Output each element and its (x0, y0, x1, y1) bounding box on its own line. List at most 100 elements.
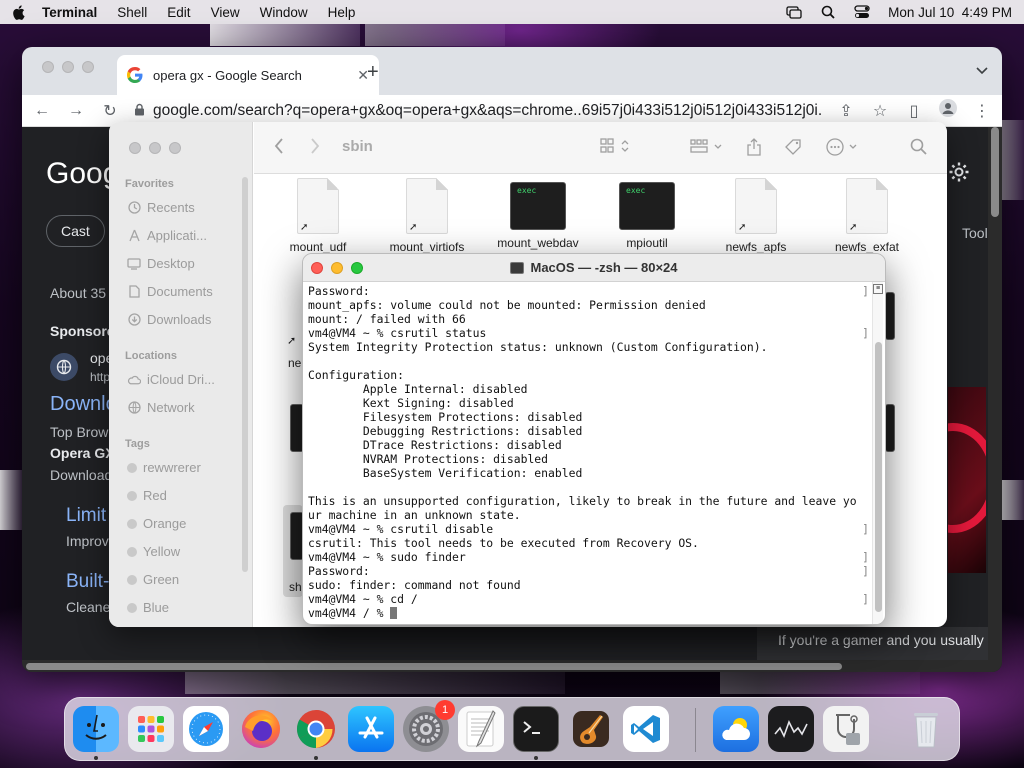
file-item[interactable]: exec mount_webdav (491, 178, 585, 250)
profile-avatar-icon[interactable] (938, 99, 958, 122)
zoom-window-button[interactable] (351, 262, 363, 274)
dock-system-settings-icon[interactable]: 1 (403, 700, 455, 752)
sidebar-scrollbar[interactable] (242, 177, 248, 572)
tag-icon[interactable] (784, 138, 804, 160)
dock-launchpad-icon[interactable] (128, 706, 174, 752)
apple-menu-icon[interactable] (12, 4, 26, 20)
sidebar-item-downloads[interactable]: Downloads (127, 312, 211, 327)
forward-arrow-icon[interactable]: → (66, 102, 86, 120)
exec-file-partial-icon[interactable] (885, 292, 895, 340)
sidebar-item-desktop[interactable]: Desktop (127, 256, 195, 271)
sidebar-item-recents[interactable]: Recents (127, 200, 195, 215)
sidebar-tag-blue[interactable]: Blue (127, 600, 169, 615)
tools-button[interactable]: Tool (962, 225, 988, 241)
dock-stocks-icon[interactable] (768, 706, 814, 752)
tab-google-search[interactable]: opera gx - Google Search ✕ (117, 55, 379, 95)
file-item[interactable]: exec mpioutil (600, 178, 694, 250)
sidebar-tag-red[interactable]: Red (127, 488, 167, 503)
sidebar-item-icloud[interactable]: iCloud Dri... (127, 372, 215, 387)
scrollbar-thumb[interactable] (991, 127, 999, 217)
dock-disk-utility-icon[interactable] (823, 706, 869, 752)
new-tab-button[interactable]: + (367, 61, 379, 84)
reload-icon[interactable]: ↻ (100, 101, 120, 121)
minimize-window-button[interactable] (62, 61, 74, 73)
file-item[interactable]: ➚ mount_udf (271, 178, 365, 254)
minimize-window-button[interactable] (149, 142, 161, 154)
menu-view[interactable]: View (211, 5, 240, 20)
dock-vscode-icon[interactable] (623, 706, 669, 752)
terminal-line-text: csrutil: This tool needs to be executed … (308, 536, 699, 550)
forward-chevron-icon[interactable] (310, 138, 320, 158)
share-icon[interactable]: ⇪ (836, 101, 856, 121)
spotlight-search-icon[interactable] (820, 5, 836, 19)
zoom-window-button[interactable] (169, 142, 181, 154)
share-icon[interactable] (746, 138, 762, 160)
dock-trash-icon[interactable] (903, 706, 949, 752)
back-arrow-icon[interactable]: ← (32, 102, 52, 120)
chrome-tab-bar: opera gx - Google Search ✕ + (22, 47, 1002, 95)
sitelink-builtin[interactable]: Built- (66, 571, 109, 593)
dock-terminal-icon[interactable] (513, 706, 559, 752)
search-icon[interactable] (910, 138, 927, 159)
split-view-icon[interactable]: ≡ (873, 284, 883, 294)
dock-weather-icon[interactable] (713, 706, 759, 752)
control-center-icon[interactable] (854, 5, 870, 19)
file-item[interactable]: ➚ mount_virtiofs (380, 178, 474, 254)
menu-help[interactable]: Help (328, 5, 356, 20)
sidebar-tag-orange[interactable]: Orange (127, 516, 186, 531)
scrollbar-thumb[interactable] (875, 342, 882, 612)
scrollbar-thumb[interactable] (26, 663, 842, 670)
page-horizontal-scrollbar[interactable] (22, 660, 988, 672)
close-window-button[interactable] (42, 61, 54, 73)
sidebar-tag-rewwrerer[interactable]: rewwrerer (127, 460, 201, 475)
side-panel-icon[interactable]: ▯ (904, 101, 924, 121)
document-file-icon: ➚ (846, 178, 888, 234)
sitelink-limit[interactable]: Limit (66, 505, 106, 527)
grid-view-icon[interactable] (600, 138, 632, 158)
close-window-button[interactable] (129, 142, 141, 154)
group-by-icon[interactable] (690, 138, 724, 158)
terminal-line: Configuration: (308, 368, 869, 382)
tab-search-chevron-icon[interactable] (976, 63, 988, 78)
sponsored-label: Sponsore (50, 323, 115, 339)
back-chevron-icon[interactable] (274, 138, 284, 158)
file-item[interactable]: ➚ newfs_apfs (709, 178, 803, 254)
sidebar-item-label: Desktop (147, 256, 195, 271)
menu-app-name[interactable]: Terminal (42, 5, 97, 20)
terminal-scrollbar[interactable]: ≡ (872, 282, 883, 624)
dock-firefox-icon[interactable] (238, 706, 284, 752)
address-bar[interactable]: google.com/search?q=opera+gx&oq=opera+gx… (134, 102, 822, 120)
dock-chrome-icon[interactable] (293, 706, 339, 752)
sidebar-tag-yellow[interactable]: Yellow (127, 544, 180, 559)
chrome-menu-icon[interactable]: ⋮ (972, 101, 992, 121)
exec-file-partial-icon[interactable] (885, 404, 895, 452)
zoom-window-button[interactable] (82, 61, 94, 73)
cast-filter-chip[interactable]: Cast (46, 215, 105, 247)
sidebar-item-applications[interactable]: Applicati... (127, 228, 207, 243)
dock-app-store-icon[interactable] (348, 706, 394, 752)
ad-download-link[interactable]: Downlo (50, 393, 117, 416)
sidebar-tag-green[interactable]: Green (127, 572, 179, 587)
dock-finder-icon[interactable] (73, 706, 119, 752)
screen-mirroring-icon[interactable] (786, 5, 802, 19)
close-window-button[interactable] (311, 262, 323, 274)
sidebar-item-network[interactable]: Network (127, 400, 195, 415)
ad-site-url[interactable]: http (90, 370, 110, 384)
menu-shell[interactable]: Shell (117, 5, 147, 20)
file-name-partial[interactable]: ne (288, 356, 301, 370)
terminal-output[interactable]: Password:] mount_apfs: volume could not b… (308, 284, 869, 624)
sidebar-item-documents[interactable]: Documents (127, 284, 213, 299)
more-actions-icon[interactable] (826, 138, 860, 160)
minimize-window-button[interactable] (331, 262, 343, 274)
settings-gear-icon[interactable] (948, 161, 970, 186)
menu-edit[interactable]: Edit (167, 5, 190, 20)
bookmark-star-icon[interactable]: ☆ (870, 101, 890, 121)
dock-garageband-icon[interactable] (568, 706, 614, 752)
dock-safari-icon[interactable] (183, 706, 229, 752)
dock-textedit-icon[interactable] (458, 706, 504, 752)
file-item[interactable]: ➚ newfs_exfat (820, 178, 914, 254)
menu-clock[interactable]: Mon Jul 10 4:49 PM (888, 5, 1012, 20)
page-vertical-scrollbar[interactable] (988, 127, 1002, 672)
menu-window[interactable]: Window (260, 5, 308, 20)
